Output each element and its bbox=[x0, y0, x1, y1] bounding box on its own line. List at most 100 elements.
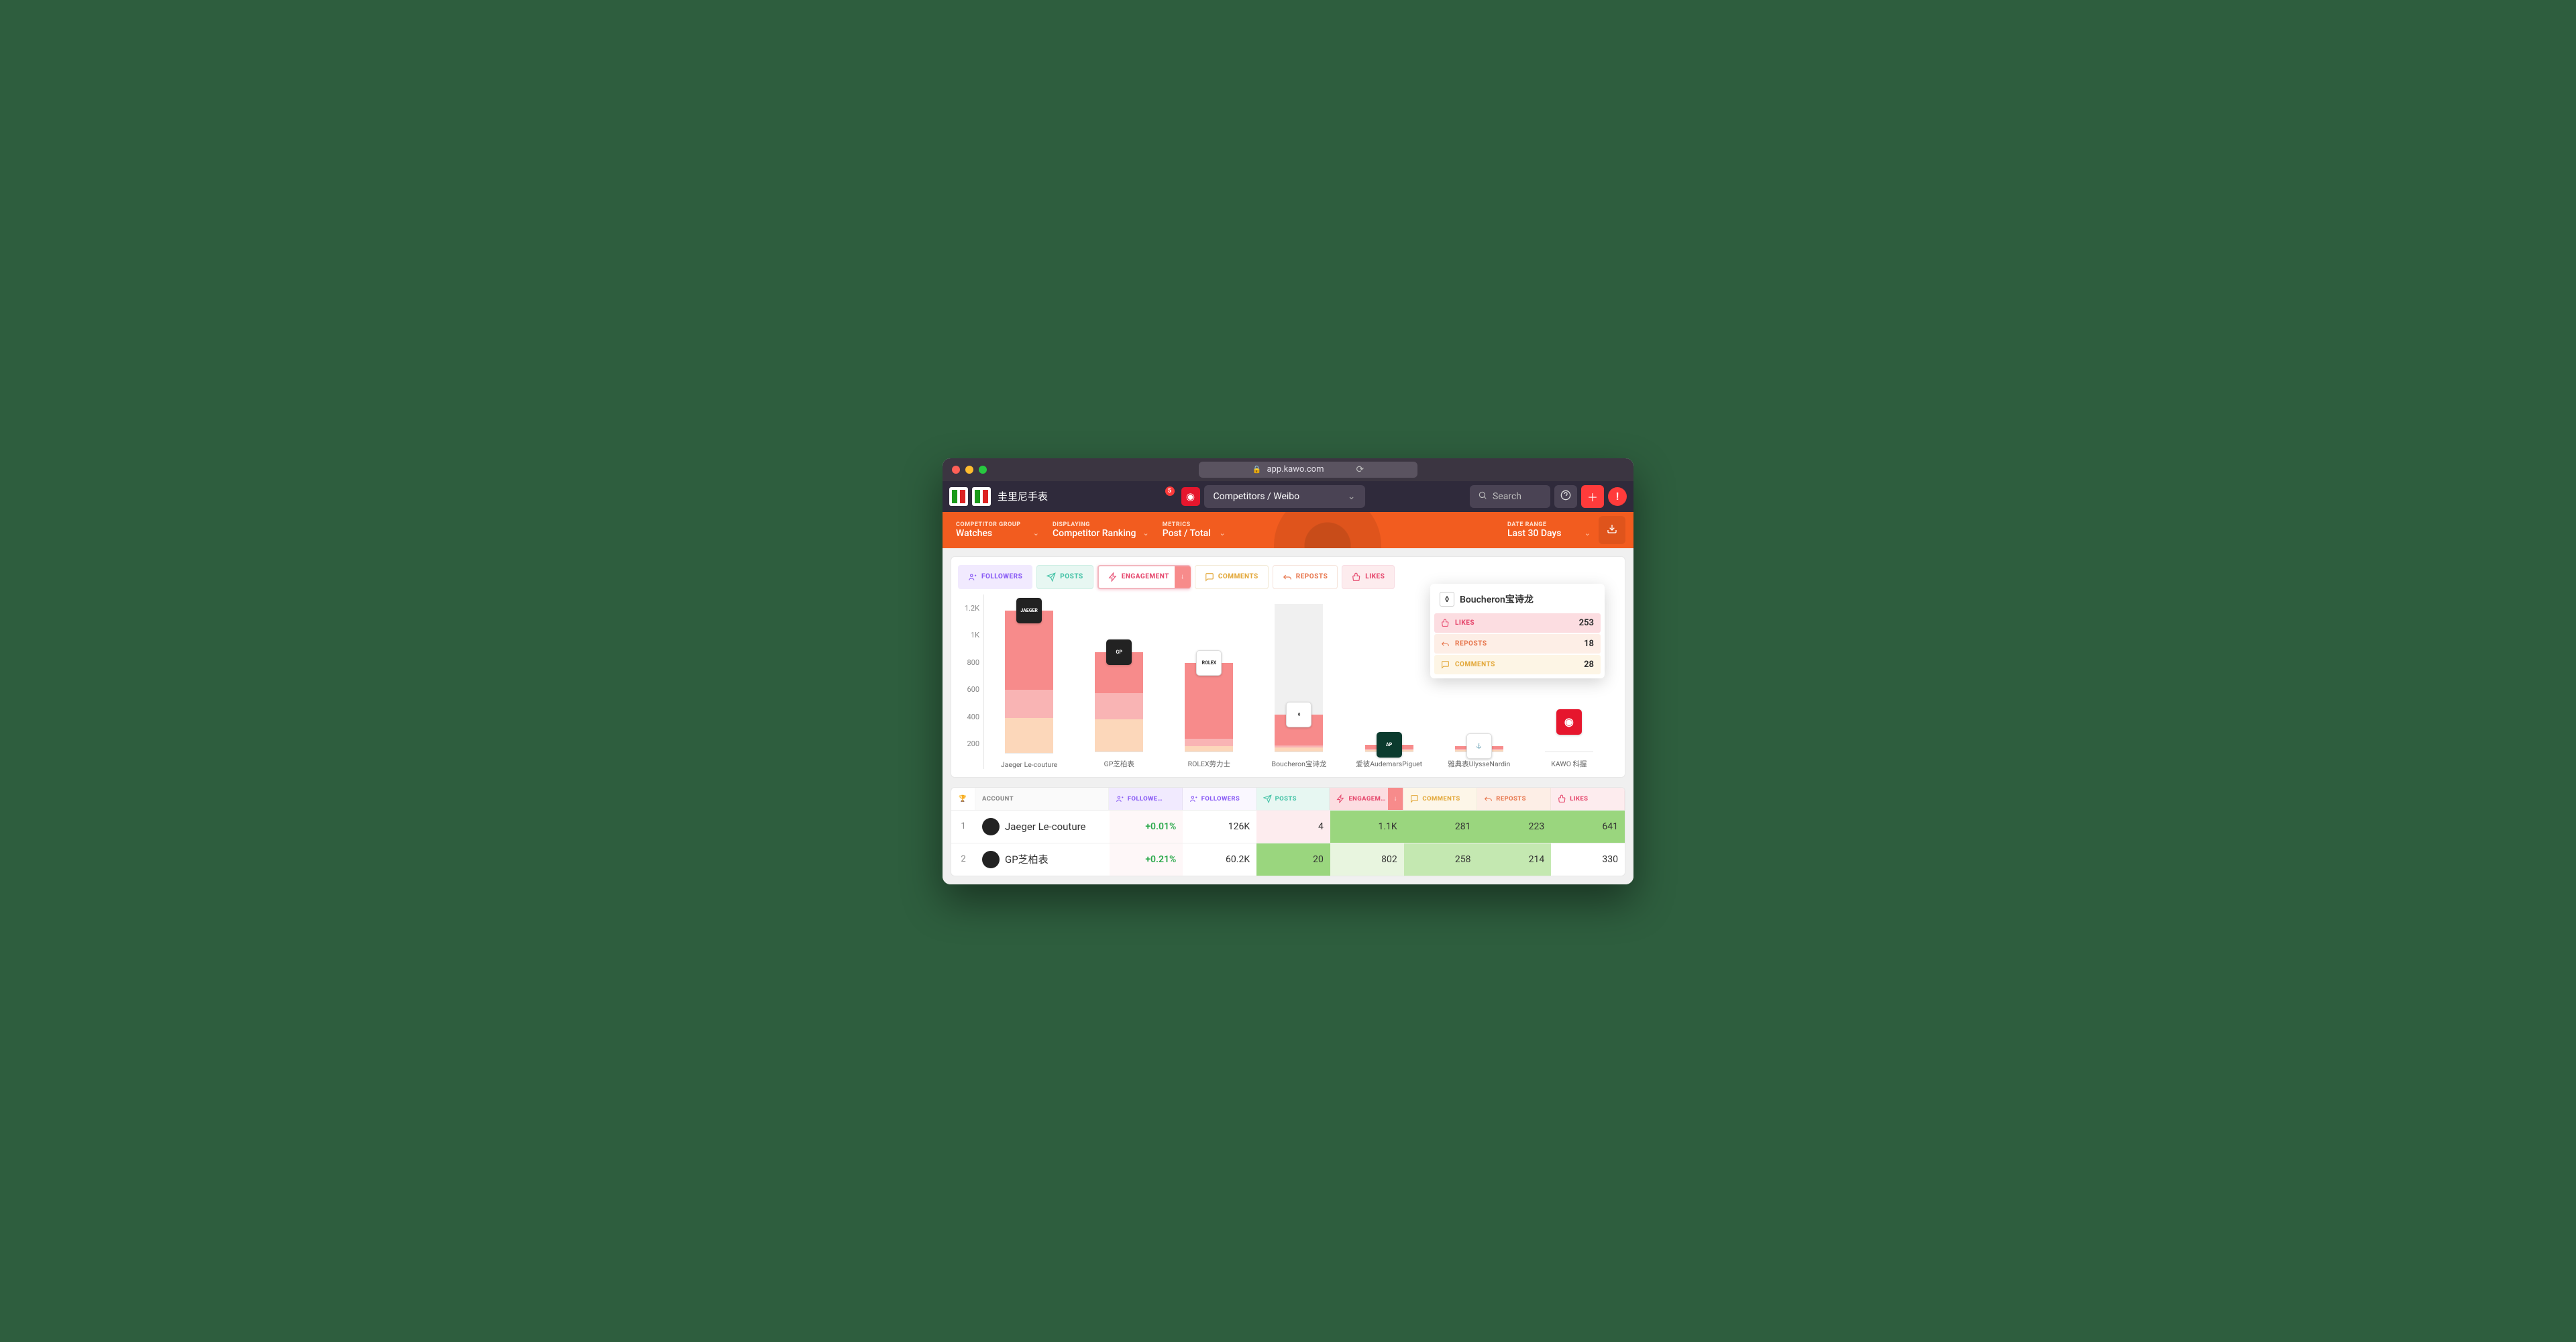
competitor-logo: AP bbox=[1377, 732, 1402, 758]
tab-engagement[interactable]: ENGAGEMENT ↓ bbox=[1097, 565, 1191, 589]
bar-category-label: 雅典表UlysseNardin bbox=[1448, 759, 1510, 769]
cell-likes: 641 bbox=[1551, 811, 1625, 843]
weibo-network-icon[interactable]: ◉ bbox=[1181, 487, 1200, 506]
reload-icon[interactable]: ⟳ bbox=[1356, 464, 1364, 475]
th-followers[interactable]: FOLLOWERS bbox=[1183, 788, 1256, 810]
tooltip-row-reposts: REPOSTS 18 bbox=[1434, 634, 1601, 654]
window-zoom-button[interactable] bbox=[979, 466, 987, 474]
filter-label: COMPETITOR GROUP bbox=[956, 521, 1039, 528]
competitor-logo: ⚓ bbox=[1466, 733, 1492, 759]
brand-name[interactable]: 圭里尼手表 bbox=[998, 489, 1048, 503]
chart-bar[interactable]: ◊Boucheron宝诗龙 bbox=[1254, 604, 1344, 769]
account-logo bbox=[982, 818, 1000, 835]
tooltip-logo: ◊ bbox=[1440, 592, 1454, 607]
chart-bar[interactable]: GPGP芝柏表 bbox=[1074, 604, 1164, 769]
filter-label: METRICS bbox=[1163, 521, 1226, 528]
th-engagement[interactable]: ENGAGEM… ↓ bbox=[1330, 788, 1403, 810]
chart-card: FOLLOWERS POSTS ENGAGEMENT ↓ COMMENTS bbox=[951, 556, 1625, 778]
competitor-logo: ROLEX bbox=[1196, 650, 1222, 676]
cell-likes: 330 bbox=[1551, 843, 1625, 876]
competitor-logo: ◉ bbox=[1556, 709, 1582, 735]
help-button[interactable] bbox=[1554, 485, 1577, 508]
comments-icon bbox=[1410, 794, 1419, 803]
plus-icon: ＋ bbox=[1587, 488, 1598, 505]
account-logo bbox=[982, 851, 1000, 868]
engagement-icon bbox=[1336, 794, 1345, 803]
chevron-down-icon: ⌄ bbox=[1220, 529, 1226, 537]
cell-followers: 60.2K bbox=[1183, 843, 1256, 876]
th-followers-change[interactable]: FOLLOWE… bbox=[1109, 788, 1183, 810]
chevron-down-icon: ⌄ bbox=[1143, 529, 1149, 537]
alert-button[interactable]: ! bbox=[1608, 487, 1627, 506]
window-close-button[interactable] bbox=[952, 466, 960, 474]
chart-bar[interactable]: ROLEX ROLEX劳力士 bbox=[1164, 604, 1254, 769]
comments-icon bbox=[1441, 660, 1450, 669]
th-account[interactable]: ACCOUNT bbox=[975, 788, 1109, 810]
tooltip-row-comments: COMMENTS 28 bbox=[1434, 655, 1601, 674]
y-axis: 1.2K1K800600400200 bbox=[958, 595, 983, 769]
browser-window: 🔒 app.kawo.com ⟳ 圭里尼手表 5 ◉ Competitors /… bbox=[943, 458, 1633, 884]
tab-comments[interactable]: COMMENTS bbox=[1195, 565, 1269, 589]
cell-engagement: 1.1K bbox=[1330, 811, 1404, 843]
cell-followers: 126K bbox=[1183, 811, 1256, 843]
th-reposts[interactable]: REPOSTS bbox=[1477, 788, 1551, 810]
cell-posts: 20 bbox=[1256, 843, 1330, 876]
filter-competitor-group[interactable]: COMPETITOR GROUP Watches⌄ bbox=[951, 516, 1044, 544]
notification-count-badge: 5 bbox=[1165, 486, 1175, 496]
y-tick: 200 bbox=[967, 739, 979, 748]
window-minimize-button[interactable] bbox=[965, 466, 973, 474]
lock-icon: 🔒 bbox=[1252, 465, 1262, 474]
filter-metrics[interactable]: METRICS Post / Total⌄ bbox=[1157, 516, 1231, 544]
tab-posts[interactable]: POSTS bbox=[1036, 565, 1093, 589]
browser-chrome: 🔒 app.kawo.com ⟳ bbox=[943, 458, 1633, 481]
create-button[interactable]: ＋ bbox=[1581, 485, 1604, 508]
posts-icon bbox=[1263, 794, 1272, 803]
cell-account: Jaeger Le-couture bbox=[975, 811, 1110, 843]
th-rank[interactable]: 🏆 bbox=[951, 788, 975, 810]
chart-bar[interactable]: AP爱彼AudemarsPiguet bbox=[1344, 604, 1434, 769]
tooltip-title: Boucheron宝诗龙 bbox=[1460, 592, 1534, 606]
y-tick: 600 bbox=[967, 685, 979, 694]
reposts-icon bbox=[1441, 639, 1450, 648]
chart-bar[interactable]: JAEGERJaeger Le-couture bbox=[984, 604, 1074, 769]
address-bar[interactable]: 🔒 app.kawo.com ⟳ bbox=[1199, 462, 1417, 478]
filter-date-range[interactable]: DATE RANGE Last 30 Days⌄ bbox=[1502, 516, 1596, 544]
help-icon bbox=[1560, 490, 1571, 503]
filter-label: DISPLAYING bbox=[1053, 521, 1149, 528]
tab-likes[interactable]: LIKES bbox=[1342, 565, 1395, 589]
bar-category-label: KAWO 科握 bbox=[1551, 759, 1587, 769]
th-posts[interactable]: POSTS bbox=[1256, 788, 1330, 810]
th-likes[interactable]: LIKES bbox=[1551, 788, 1625, 810]
tab-followers[interactable]: FOLLOWERS bbox=[958, 565, 1032, 589]
bar-category-label: ROLEX劳力士 bbox=[1188, 759, 1230, 769]
cell-reposts: 223 bbox=[1477, 811, 1551, 843]
download-button[interactable] bbox=[1599, 516, 1625, 544]
tab-reposts[interactable]: REPOSTS bbox=[1273, 565, 1338, 589]
org-logo-primary[interactable] bbox=[949, 487, 968, 506]
alert-icon: ! bbox=[1616, 490, 1619, 503]
sort-desc-icon[interactable]: ↓ bbox=[1388, 788, 1403, 810]
th-comments[interactable]: COMMENTS bbox=[1403, 788, 1477, 810]
y-tick: 1.2K bbox=[965, 604, 979, 613]
cell-engagement: 802 bbox=[1330, 843, 1404, 876]
table-row[interactable]: 2GP芝柏表+0.21%60.2K20802258214330 bbox=[951, 843, 1625, 876]
tooltip-header: ◊ Boucheron宝诗龙 bbox=[1433, 586, 1602, 612]
engagement-icon bbox=[1108, 572, 1118, 582]
breadcrumb-selector[interactable]: Competitors / Weibo ⌄ bbox=[1204, 485, 1365, 508]
search-icon bbox=[1478, 491, 1487, 503]
search-input[interactable]: Search bbox=[1470, 485, 1550, 508]
chart-tooltip: ◊ Boucheron宝诗龙 LIKES 253 REPOSTS 18 COMM… bbox=[1430, 584, 1605, 678]
filter-displaying[interactable]: DISPLAYING Competitor Ranking⌄ bbox=[1047, 516, 1155, 544]
table-row[interactable]: 1Jaeger Le-couture+0.01%126K41.1K2812236… bbox=[951, 810, 1625, 843]
notifications-button[interactable]: 5 bbox=[1153, 485, 1176, 508]
bar-category-label: Jaeger Le-couture bbox=[1001, 760, 1057, 769]
chevron-down-icon: ⌄ bbox=[1348, 491, 1356, 502]
cell-rank: 1 bbox=[951, 811, 975, 843]
y-tick: 400 bbox=[967, 713, 979, 721]
competitor-logo: GP bbox=[1106, 639, 1132, 665]
cell-account: GP芝柏表 bbox=[975, 843, 1110, 876]
search-placeholder: Search bbox=[1493, 491, 1521, 502]
org-logo-secondary[interactable] bbox=[972, 487, 991, 506]
sort-desc-icon[interactable]: ↓ bbox=[1175, 566, 1191, 588]
cell-comments: 281 bbox=[1404, 811, 1478, 843]
